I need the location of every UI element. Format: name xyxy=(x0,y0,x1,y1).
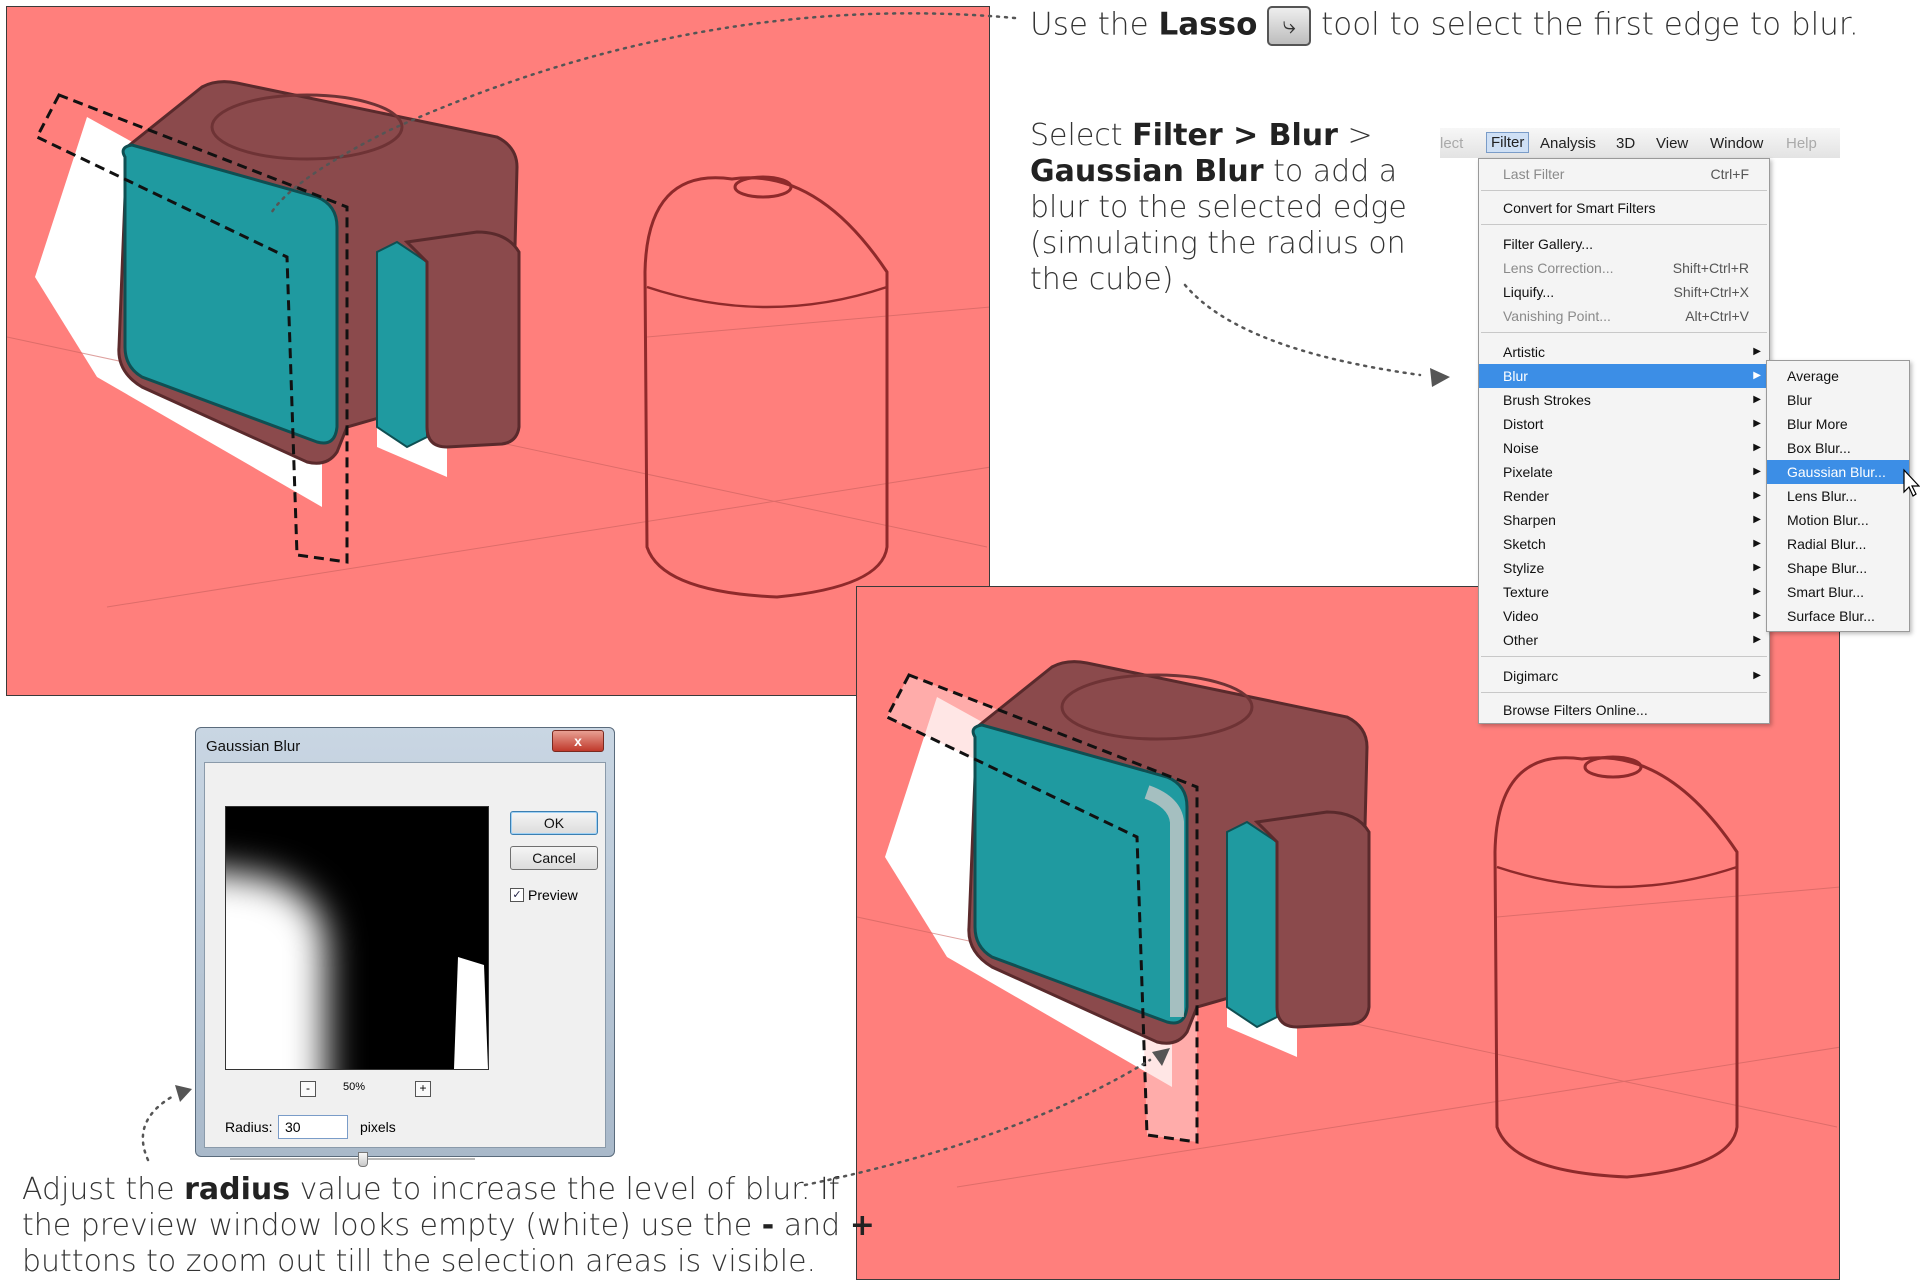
menu-item-sharpen[interactable]: Sharpen ▶ xyxy=(1479,508,1769,532)
submenu-item-surface-blur[interactable]: Surface Blur... xyxy=(1767,604,1909,628)
radius-input[interactable]: 30 xyxy=(278,1115,348,1139)
gaussian-blur-dialog: Gaussian Blur x - 50% + OK Cancel ✓ Prev… xyxy=(195,727,615,1167)
radius-label: Radius: xyxy=(225,1119,273,1135)
menu-analysis[interactable]: Analysis xyxy=(1540,135,1596,152)
radius-slider-track[interactable] xyxy=(230,1158,475,1161)
menu-item-blur[interactable]: Blur ▶ xyxy=(1479,364,1769,388)
submenu-item-shape-blur[interactable]: Shape Blur... xyxy=(1767,556,1909,580)
caption-filter: Select Filter > Blur > Gaussian Blur to … xyxy=(1030,118,1407,297)
lasso-tool-icon: ⤷ xyxy=(1267,6,1312,46)
menu-item-video[interactable]: Video ▶ xyxy=(1479,604,1769,628)
submenu-item-gaussian-blur[interactable]: Gaussian Blur... xyxy=(1767,460,1909,484)
menu-item-sketch[interactable]: Sketch ▶ xyxy=(1479,532,1769,556)
menu-item-convert-smart-filters[interactable]: Convert for Smart Filters xyxy=(1479,196,1769,220)
submenu-item-motion-blur[interactable]: Motion Blur... xyxy=(1767,508,1909,532)
menu-item-render[interactable]: Render ▶ xyxy=(1479,484,1769,508)
menu-item-stylize[interactable]: Stylize ▶ xyxy=(1479,556,1769,580)
submenu-item-average[interactable]: Average xyxy=(1767,364,1909,388)
submenu-item-blur[interactable]: Blur xyxy=(1767,388,1909,412)
blur-submenu: Average Blur Blur More Box Blur... Gauss… xyxy=(1766,360,1910,632)
menu-item-pixelate[interactable]: Pixelate ▶ xyxy=(1479,460,1769,484)
preview-checkbox[interactable]: ✓ xyxy=(510,888,524,902)
submenu-item-box-blur[interactable]: Box Blur... xyxy=(1767,436,1909,460)
menu-item-browse-filters[interactable]: Browse Filters Online... xyxy=(1479,698,1769,722)
app-menubar: lect Filter Analysis 3D View Window Help xyxy=(1440,128,1840,158)
zoom-out-button[interactable]: - xyxy=(300,1081,316,1097)
preview-label: Preview xyxy=(528,887,578,903)
menu-item-noise[interactable]: Noise ▶ xyxy=(1479,436,1769,460)
submenu-item-blur-more[interactable]: Blur More xyxy=(1767,412,1909,436)
dialog-close-button[interactable]: x xyxy=(552,730,604,752)
sketch-panel-before xyxy=(6,6,990,696)
filter-menu: Last Filter Ctrl+F Convert for Smart Filt… xyxy=(1478,158,1770,724)
menu-item-artistic[interactable]: Artistic ▶ xyxy=(1479,340,1769,364)
menu-3d[interactable]: 3D xyxy=(1616,135,1635,152)
menu-item-filter-gallery[interactable]: Filter Gallery... xyxy=(1479,232,1769,256)
menu-item-liquify[interactable]: Liquify... Shift+Ctrl+X xyxy=(1479,280,1769,304)
menu-item-brush-strokes[interactable]: Brush Strokes ▶ xyxy=(1479,388,1769,412)
radius-unit: pixels xyxy=(360,1119,396,1135)
menu-item-other[interactable]: Other ▶ xyxy=(1479,628,1769,652)
ok-button[interactable]: OK xyxy=(510,811,598,835)
cancel-button[interactable]: Cancel xyxy=(510,846,598,870)
dialog-title: Gaussian Blur xyxy=(206,738,301,755)
zoom-in-button[interactable]: + xyxy=(415,1081,431,1097)
blur-preview[interactable] xyxy=(225,806,489,1070)
menu-item-last-filter[interactable]: Last Filter Ctrl+F xyxy=(1479,162,1769,186)
caption-lasso: Use the Lasso ⤷ tool to select the first… xyxy=(1030,6,1859,46)
submenu-item-smart-blur[interactable]: Smart Blur... xyxy=(1767,580,1909,604)
menu-item-vanishing-point[interactable]: Vanishing Point... Alt+Ctrl+V xyxy=(1479,304,1769,328)
submenu-item-radial-blur[interactable]: Radial Blur... xyxy=(1767,532,1909,556)
menu-item-lens-correction[interactable]: Lens Correction... Shift+Ctrl+R xyxy=(1479,256,1769,280)
menu-help[interactable]: Help xyxy=(1786,135,1817,152)
zoom-level: 50% xyxy=(343,1081,366,1093)
submenu-item-lens-blur[interactable]: Lens Blur... xyxy=(1767,484,1909,508)
menu-item-distort[interactable]: Distort ▶ xyxy=(1479,412,1769,436)
radius-slider-thumb[interactable] xyxy=(358,1152,368,1167)
menu-item-digimarc[interactable]: Digimarc ▶ xyxy=(1479,664,1769,688)
menu-item-texture[interactable]: Texture ▶ xyxy=(1479,580,1769,604)
dialog-body: - 50% + OK Cancel ✓ Preview Radius: 30 p… xyxy=(204,762,606,1167)
menu-window[interactable]: Window xyxy=(1710,135,1763,152)
caption-radius: Adjust the radius value to increase the … xyxy=(22,1172,875,1279)
menu-view[interactable]: View xyxy=(1656,135,1688,152)
menu-select[interactable]: lect xyxy=(1440,135,1463,152)
sketch-before-illustration xyxy=(7,80,989,608)
menu-filter[interactable]: Filter xyxy=(1486,132,1530,153)
